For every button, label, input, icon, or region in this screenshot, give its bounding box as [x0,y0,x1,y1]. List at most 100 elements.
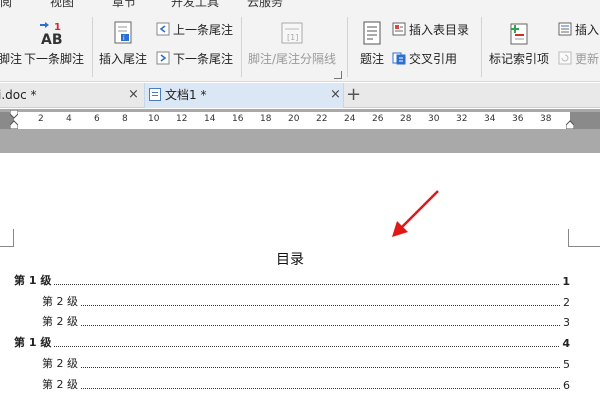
ruler-tick: 6 [94,114,100,124]
prev-endnote-icon [156,22,170,36]
ruler-tick: 28 [400,114,412,124]
footnote-button[interactable]: 脚注 [0,50,22,67]
menu-tab-view[interactable]: 视图 [50,0,74,10]
insert-index-button[interactable]: 插入 [558,21,599,38]
menu-tab-chapter[interactable]: 章节 [112,0,136,10]
mark-index-entry-icon [510,23,528,45]
menu-tab-developer[interactable]: 开发工具 [171,0,219,10]
crop-mark [568,229,600,247]
insert-endnote-icon: i [114,21,132,44]
toc-entry-level2[interactable]: 第 2 级 6 [42,376,570,392]
new-tab-button[interactable]: + [346,84,361,106]
insert-table-of-figures-label: 插入表目录 [409,23,470,37]
toc-entry-text: 第 2 级 [42,315,78,328]
prev-endnote-button[interactable]: 上一条尾注 [156,21,233,38]
footnote-label: 脚注 [0,52,23,66]
toc-entry-text: 第 1 级 [14,336,52,349]
ruler-tick: 24 [344,114,356,124]
ruler-tick: 22 [316,114,328,124]
menu-tab-cloud[interactable]: 云服务 [247,0,283,10]
toc-entry-level2[interactable]: 第 2 级 5 [42,355,570,371]
ruler-tick: 12 [176,114,188,124]
caption-label: 题注 [359,52,384,66]
toc-dot-leader [81,305,560,306]
table-of-figures-icon [392,22,406,36]
toc-dot-leader [54,284,560,285]
insert-endnote-button[interactable]: i 插入尾注 [97,20,149,67]
toc-page-number: 1 [562,275,570,288]
prev-endnote-label: 上一条尾注 [173,23,234,37]
toc-page-number: 6 [563,379,570,392]
ribbon-separator [92,17,93,77]
ruler-tick: 30 [428,114,440,124]
next-footnote-label: 下一条脚注 [23,52,84,66]
toc-entry-text: 第 1 级 [14,274,52,287]
insert-index-icon [558,22,572,36]
ruler-tick: 32 [456,114,468,124]
toc-entry-level2[interactable]: 第 2 级 2 [42,293,570,309]
toc-dot-leader [81,367,560,368]
tab-document-1[interactable]: 文档1 * × [144,83,344,108]
update-index-label: 更新 [575,52,600,66]
next-endnote-label: 下一条尾注 [173,52,234,66]
toc-dot-leader [81,325,560,326]
document-icon [149,88,161,101]
ruler-area: 2 4 6 8 10 12 14 16 18 20 22 24 26 28 30… [0,109,600,153]
next-endnote-button[interactable]: 下一条尾注 [156,50,233,67]
cross-reference-label: 交叉引用 [409,52,458,66]
mark-index-entry-button[interactable]: 标记索引项 [487,20,551,67]
caption-icon [363,21,381,45]
crop-mark [0,229,14,247]
toc-dot-leader [81,388,560,389]
ruler-tick: 2 [38,114,44,124]
tab-label: i.doc * [0,88,37,102]
next-footnote-icon: 1 AB [40,22,63,46]
svg-text:AB: AB [41,32,63,46]
svg-text:[1]: [1] [287,33,298,42]
separator-line-icon: [1] [281,22,303,44]
red-arrow-annotation-icon [392,190,439,237]
mark-index-entry-label: 标记索引项 [488,52,549,66]
toc-title: 目录 [276,252,304,268]
toc-entry-level1[interactable]: 第 1 级 4 [14,334,570,350]
ribbon-separator [241,17,242,77]
ruler-tick: 20 [288,114,300,124]
insert-table-of-figures-button[interactable]: 插入表目录 [392,21,469,38]
ruler-tick: 14 [204,114,216,124]
toc-page-number: 3 [563,316,570,329]
ruler-tick: 36 [512,114,524,124]
toc-entry-text: 第 2 级 [42,357,78,370]
toc-entry-level1[interactable]: 第 1 级 1 [14,272,570,288]
ruler-tick: 4 [66,114,72,124]
ruler-tick: 34 [484,114,496,124]
menu-tab-review[interactable]: 阅 [0,0,12,10]
ribbon-separator [481,17,482,77]
toc-dot-leader [54,346,560,347]
insert-endnote-label: 插入尾注 [98,52,147,66]
ruler-tick: 18 [260,114,272,124]
next-footnote-button[interactable]: 1 AB 下一条脚注 [22,20,86,67]
toc-entry-level2[interactable]: 第 2 级 3 [42,313,570,329]
toc-page-number: 5 [563,358,570,371]
cross-reference-icon [392,52,406,65]
footnote-separator-label: 脚注/尾注分隔线 [247,52,337,66]
footnote-separator-button[interactable]: [1] 脚注/尾注分隔线 [245,20,339,67]
toc-page-number: 2 [563,296,570,309]
document-page[interactable]: 目录 第 1 级 1 第 2 级 2 第 2 级 3 第 1 级 4 第 2 级… [0,153,600,400]
close-icon[interactable]: × [330,83,341,107]
ribbon-toolbar: 阅 视图 章节 开发工具 云服务 脚注 1 AB 下一条脚注 i 插入尾注 上一… [0,0,600,82]
cross-reference-button[interactable]: 交叉引用 [392,50,457,67]
dialog-launcher-icon[interactable] [334,71,342,79]
insert-index-label: 插入 [575,23,600,37]
left-indent-marker-icon[interactable] [10,110,18,129]
next-endnote-icon [156,51,170,65]
toc-entry-text: 第 2 级 [42,378,78,391]
update-index-icon [558,51,572,65]
update-index-button[interactable]: 更新 [558,50,599,67]
document-tab-bar: i.doc * × 文档1 * × [0,83,600,108]
caption-button[interactable]: 题注 [355,20,389,67]
tab-document-doc[interactable]: i.doc * × [0,83,144,108]
right-indent-marker-icon[interactable] [566,110,574,129]
tab-label: 文档1 * [165,88,207,102]
close-icon[interactable]: × [128,83,139,107]
